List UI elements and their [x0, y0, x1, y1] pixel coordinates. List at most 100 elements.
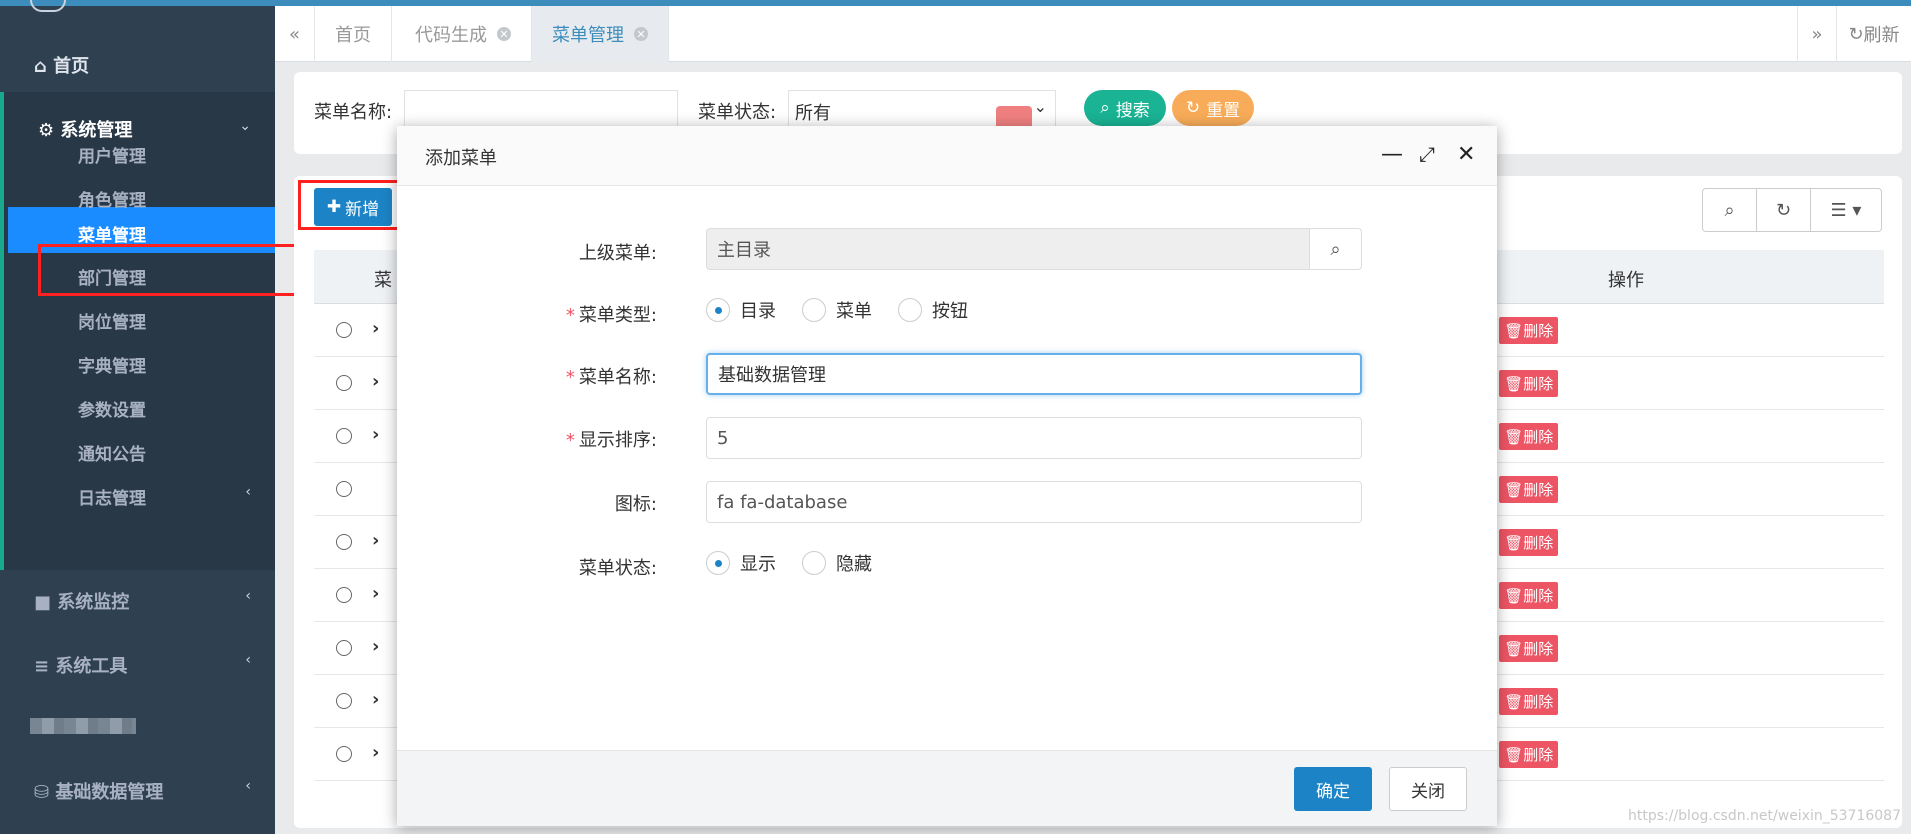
sidebar-item-users[interactable]: 用户管理 — [78, 142, 146, 167]
chevron-left-icon: ‹ — [245, 778, 251, 794]
trash-icon: 🗑 — [1504, 745, 1524, 764]
row-radio[interactable] — [336, 640, 352, 656]
search-button[interactable]: ⌕ 搜索 — [1084, 90, 1166, 126]
dialog-title: 添加菜单 — [425, 148, 497, 169]
trash-icon: 🗑 — [1504, 639, 1524, 658]
reset-button[interactable]: ↻ 重置 — [1172, 90, 1254, 126]
columns-button[interactable]: ☰ ▾ — [1811, 189, 1881, 231]
sidebar-item-notice[interactable]: 通知公告 — [78, 440, 146, 465]
logo — [30, 0, 66, 12]
col-header-name: 菜 — [374, 270, 392, 291]
status-radio-hide[interactable]: 隐藏 — [802, 550, 872, 576]
delete-button[interactable]: 🗑 删除 — [1499, 317, 1559, 344]
icon-input[interactable]: fa fa-database — [706, 481, 1362, 523]
expand-icon[interactable]: › — [372, 583, 379, 604]
refresh-button[interactable]: ↻ 刷新 — [1837, 6, 1911, 62]
refresh-icon: ↻ — [1848, 23, 1864, 45]
row-radio[interactable] — [336, 746, 352, 762]
delete-button[interactable]: 🗑 删除 — [1499, 582, 1559, 609]
database-icon: ⛁ — [34, 782, 56, 803]
confirm-button[interactable]: 确定 — [1294, 767, 1372, 811]
delete-button[interactable]: 🗑 删除 — [1499, 635, 1559, 662]
sidebar-item-system[interactable]: ⚙ 系统管理 — [38, 116, 132, 142]
tab-scroll-right[interactable]: » — [1797, 6, 1837, 62]
delete-button[interactable]: 🗑 删除 — [1499, 476, 1559, 503]
trash-icon: 🗑 — [1504, 480, 1524, 499]
expand-icon[interactable]: › — [372, 371, 379, 392]
type-radio-menu[interactable]: 菜单 — [802, 297, 872, 323]
tab-menus[interactable]: 菜单管理 ✕ — [532, 6, 669, 62]
row-radio[interactable] — [336, 428, 352, 444]
expand-icon[interactable]: › — [372, 689, 379, 710]
tab-home[interactable]: 首页 — [315, 6, 392, 62]
sidebar-item-roles[interactable]: 角色管理 — [78, 186, 146, 211]
trash-icon: 🗑 — [1504, 586, 1524, 605]
menu-name-input[interactable]: 基础数据管理 — [706, 353, 1362, 395]
refresh-icon: ↻ — [1775, 199, 1792, 221]
close-icon[interactable]: ✕ — [634, 27, 648, 41]
parent-menu-input[interactable]: 主目录 ⌕ — [706, 228, 1362, 270]
order-input[interactable]: 5 — [706, 417, 1362, 459]
row-radio[interactable] — [336, 587, 352, 603]
sidebar: ⌂ 首页 ⚙ 系统管理 ⌄ 用户管理 角色管理 菜单管理 部门管理 岗位管理 字… — [0, 0, 275, 834]
parent-search-button[interactable]: ⌕ — [1309, 228, 1362, 270]
close-icon[interactable]: ✕ — [497, 27, 511, 41]
sidebar-item-monitor[interactable]: ■ 系统监控 — [34, 588, 129, 614]
delete-button[interactable]: 🗑 删除 — [1499, 529, 1559, 556]
chevron-down-icon: ⌄ — [239, 118, 251, 134]
trash-icon: 🗑 — [1504, 427, 1524, 446]
expand-icon[interactable]: › — [372, 636, 379, 657]
gear-icon: ⚙ — [38, 120, 61, 141]
minimize-icon[interactable]: — — [1381, 142, 1403, 167]
sidebar-item-posts[interactable]: 岗位管理 — [78, 308, 146, 333]
sidebar-group-system: ⚙ 系统管理 ⌄ 用户管理 角色管理 菜单管理 部门管理 岗位管理 字典管理 参… — [0, 92, 275, 570]
chevron-down-icon: ⌄ — [1033, 97, 1047, 116]
sidebar-item-home[interactable]: ⌂ 首页 — [34, 52, 89, 78]
col-header-ops: 操作 — [1608, 270, 1644, 291]
search-status-label: 菜单状态: — [698, 102, 777, 123]
trash-icon: 🗑 — [1504, 321, 1524, 340]
expand-icon[interactable]: › — [372, 742, 379, 763]
name-label: * 菜单名称: — [565, 367, 657, 388]
watermark: https://blog.csdn.net/weixin_53716087 — [1627, 808, 1901, 824]
delete-button[interactable]: 🗑 删除 — [1499, 423, 1559, 450]
expand-icon[interactable]: › — [372, 530, 379, 551]
row-radio[interactable] — [336, 693, 352, 709]
type-radio-button[interactable]: 按钮 — [898, 297, 968, 323]
sidebar-item-dict[interactable]: 字典管理 — [78, 352, 146, 377]
sidebar-item-tools[interactable]: ≡ 系统工具 — [34, 652, 127, 678]
row-radio[interactable] — [336, 481, 352, 497]
chevron-left-icon: ‹ — [245, 588, 251, 604]
refresh-table-button[interactable]: ↻ — [1757, 189, 1811, 231]
trash-icon: 🗑 — [1504, 374, 1524, 393]
list-icon: ☰ ▾ — [1830, 199, 1862, 221]
sidebar-item-logs[interactable]: 日志管理 — [78, 484, 146, 509]
add-menu-dialog: 添加菜单 — ⤢ ✕ 上级菜单: 主目录 ⌕ * 菜单类型: 目录 菜单 按钮 *… — [397, 126, 1497, 826]
sidebar-item-config[interactable]: 参数设置 — [78, 396, 146, 421]
delete-button[interactable]: 🗑 删除 — [1499, 370, 1559, 397]
close-icon[interactable]: ✕ — [1457, 142, 1475, 167]
double-right-icon: » — [1811, 23, 1823, 45]
search-name-input[interactable] — [404, 90, 678, 130]
tab-codegen[interactable]: 代码生成 ✕ — [395, 6, 532, 62]
delete-button[interactable]: 🗑 删除 — [1499, 741, 1559, 768]
tab-scroll-left[interactable]: « — [275, 6, 315, 62]
maximize-icon[interactable]: ⤢ — [1419, 142, 1435, 166]
icon-label: 图标: — [614, 494, 657, 515]
sidebar-item-menus[interactable]: 菜单管理 — [78, 221, 146, 246]
expand-icon[interactable]: › — [372, 318, 379, 339]
sidebar-item-base-data[interactable]: ⛁ 基础数据管理 — [34, 778, 163, 804]
search-icon: ⌕ — [1100, 98, 1110, 118]
bars-icon: ≡ — [34, 656, 56, 677]
video-icon: ■ — [34, 592, 58, 613]
row-radio[interactable] — [336, 534, 352, 550]
search-icon: ⌕ — [1724, 199, 1735, 221]
type-radio-dir[interactable]: 目录 — [706, 297, 776, 323]
row-radio[interactable] — [336, 322, 352, 338]
close-button[interactable]: 关闭 — [1389, 767, 1467, 811]
delete-button[interactable]: 🗑 删除 — [1499, 688, 1559, 715]
search-toggle-button[interactable]: ⌕ — [1703, 189, 1757, 231]
status-radio-show[interactable]: 显示 — [706, 550, 776, 576]
expand-icon[interactable]: › — [372, 424, 379, 445]
row-radio[interactable] — [336, 375, 352, 391]
